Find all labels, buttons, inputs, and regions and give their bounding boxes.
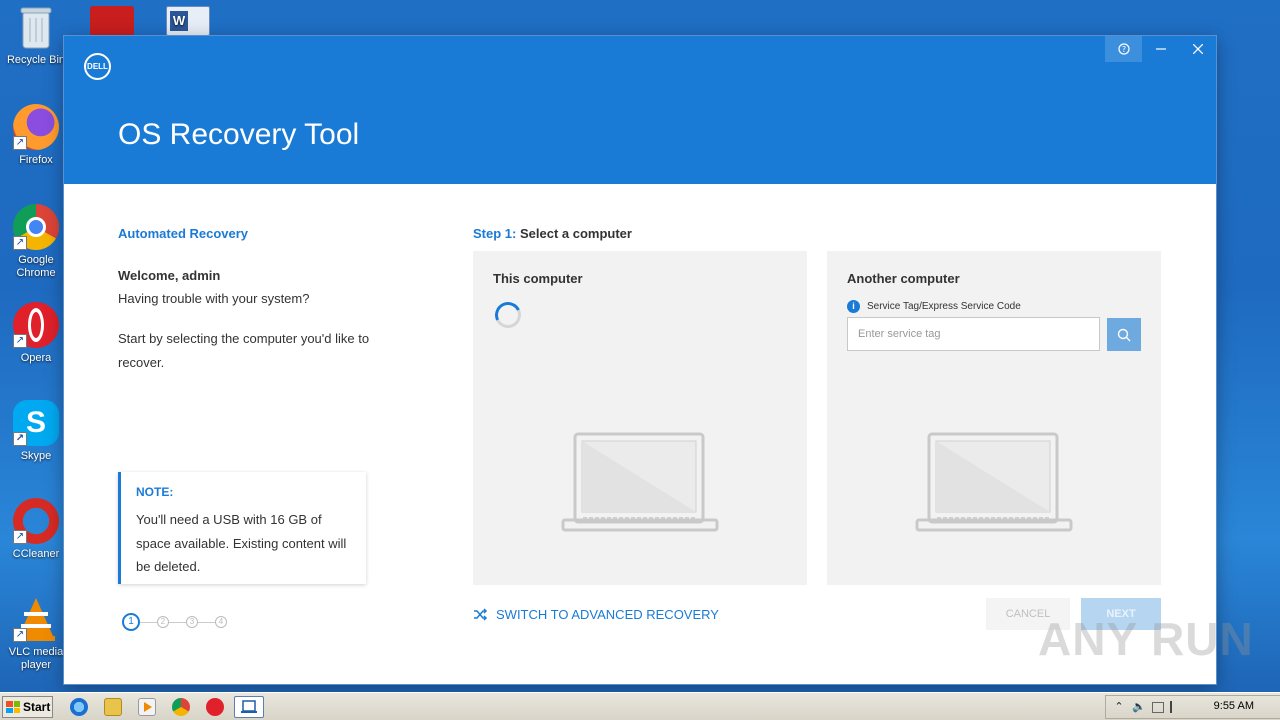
section-label-automated-recovery: Automated Recovery — [118, 226, 249, 241]
shortcut-arrow-icon: ↗ — [13, 334, 27, 348]
advanced-link-label: SWITCH TO ADVANCED RECOVERY — [496, 607, 719, 622]
file-explorer-icon[interactable] — [104, 698, 122, 716]
desktop-icon-skype[interactable]: S ↗ Skype — [4, 400, 68, 463]
internet-explorer-icon[interactable] — [70, 698, 88, 716]
anyrun-watermark: ANY RUN — [1038, 613, 1254, 665]
step-connector — [169, 621, 186, 623]
acrobat-icon — [90, 6, 134, 36]
step-heading: Step 1: Select a computer — [473, 226, 632, 241]
chrome-taskbar-icon[interactable] — [172, 698, 190, 716]
volume-icon[interactable]: 🔈 — [1132, 700, 1146, 714]
step-indicator-3: 3 — [186, 616, 198, 628]
tray-expand-icon[interactable]: ⌃ — [1112, 700, 1126, 714]
svg-text:?: ? — [1121, 45, 1125, 54]
welcome-text: Welcome, admin — [118, 268, 221, 283]
desktop-icon-label: Recycle Bin — [6, 54, 66, 66]
shortcut-arrow-icon: ↗ — [13, 136, 27, 150]
ccleaner-icon: ↗ — [13, 498, 59, 544]
os-recovery-window: DELL OS Recovery Tool ? Automated Recove… — [64, 36, 1216, 684]
note-box: NOTE: You'll need a USB with 16 GB of sp… — [118, 472, 366, 584]
help-button[interactable]: ? — [1105, 36, 1142, 62]
step-indicator-2: 2 — [157, 616, 169, 628]
search-icon — [1117, 328, 1131, 341]
minimize-button[interactable] — [1142, 36, 1179, 62]
skype-icon: S ↗ — [13, 400, 59, 446]
desktop-icon-label: Google Chrome — [16, 254, 56, 279]
service-tag-search-button[interactable] — [1107, 318, 1141, 351]
card-title: Another computer — [847, 271, 960, 286]
help-icon: ? — [1117, 43, 1130, 55]
vlc-icon: ↗ — [13, 596, 59, 642]
desktop-icon-label: Skype — [20, 450, 52, 462]
progress-stepper: 1 2 3 4 — [122, 613, 227, 631]
desktop-icon-label: VLC media player — [8, 646, 64, 671]
desktop-icon-opera[interactable]: ↗ Opera — [4, 302, 68, 365]
desktop-icon-vlc[interactable]: ↗ VLC media player — [4, 596, 68, 672]
desktop-icon-label: Opera — [20, 352, 52, 364]
switch-to-advanced-recovery-link[interactable]: SWITCH TO ADVANCED RECOVERY — [473, 607, 719, 622]
opera-icon: ↗ — [13, 302, 59, 348]
desktop-icon-label: Firefox — [19, 154, 53, 166]
step-connector — [198, 621, 215, 623]
app-header: DELL OS Recovery Tool ? — [64, 36, 1216, 184]
desktop-icon-word[interactable]: W — [158, 6, 218, 40]
service-tag-label: i Service Tag/Express Service Code — [847, 300, 1021, 313]
laptop-icon — [561, 432, 719, 532]
window-controls: ? — [1105, 36, 1216, 62]
firefox-icon: ↗ — [13, 104, 59, 150]
laptop-icon — [915, 432, 1073, 532]
taskbar: Start ⌃ 🔈 9:55 AM — [0, 692, 1280, 720]
card-this-computer[interactable]: This computer — [473, 251, 807, 585]
card-title: This computer — [493, 271, 583, 286]
shortcut-arrow-icon: ↗ — [13, 236, 27, 250]
step-connector — [140, 621, 157, 623]
step-number: Step 1: — [473, 226, 517, 241]
trouble-text: Having trouble with your system? — [118, 291, 310, 306]
shuffle-icon — [474, 608, 488, 621]
desktop-icon-chrome[interactable]: ↗ Google Chrome — [4, 204, 68, 280]
service-tag-label-text: Service Tag/Express Service Code — [867, 301, 1021, 312]
opera-taskbar-icon[interactable] — [206, 698, 224, 716]
os-recovery-taskbar-button[interactable] — [234, 696, 264, 718]
desktop-icon-label: CCleaner — [12, 548, 60, 560]
note-text: You'll need a USB with 16 GB of space av… — [136, 512, 347, 574]
step-title: Select a computer — [519, 226, 632, 241]
instruction-text: Start by selecting the computer you'd li… — [118, 331, 370, 370]
app-title: OS Recovery Tool — [118, 118, 360, 151]
start-label: Start — [23, 700, 51, 714]
info-icon: i — [847, 300, 860, 313]
minimize-icon — [1155, 48, 1166, 50]
close-button[interactable] — [1179, 36, 1216, 62]
recovery-app-icon — [241, 700, 257, 713]
service-tag-input[interactable] — [847, 317, 1100, 351]
shortcut-arrow-icon: ↗ — [13, 530, 27, 544]
start-button[interactable]: Start — [2, 696, 53, 718]
shortcut-arrow-icon: ↗ — [13, 628, 27, 642]
desktop-icon-recycle-bin[interactable]: Recycle Bin — [4, 6, 68, 67]
shortcut-arrow-icon: ↗ — [13, 432, 27, 446]
step-indicator-1: 1 — [122, 613, 140, 631]
chrome-icon: ↗ — [13, 204, 59, 250]
network-icon[interactable] — [1152, 701, 1164, 713]
loading-spinner-icon — [491, 298, 525, 332]
desktop-icon-acrobat[interactable] — [82, 6, 142, 40]
dell-logo: DELL — [84, 53, 111, 80]
desktop-icon-firefox[interactable]: ↗ Firefox — [4, 104, 68, 167]
recycle-bin-icon — [19, 6, 53, 50]
card-another-computer[interactable]: Another computer i Service Tag/Express S… — [827, 251, 1161, 585]
step-indicator-4: 4 — [215, 616, 227, 628]
desktop-icon-ccleaner[interactable]: ↗ CCleaner — [4, 498, 68, 561]
media-player-icon[interactable] — [138, 698, 156, 716]
flag-icon[interactable] — [1170, 701, 1180, 713]
word-document-icon: W — [166, 6, 210, 36]
close-icon — [1192, 44, 1203, 54]
note-title: NOTE: — [136, 485, 174, 499]
windows-logo-icon — [6, 701, 20, 713]
taskbar-clock[interactable]: 9:55 AM — [1214, 700, 1254, 712]
